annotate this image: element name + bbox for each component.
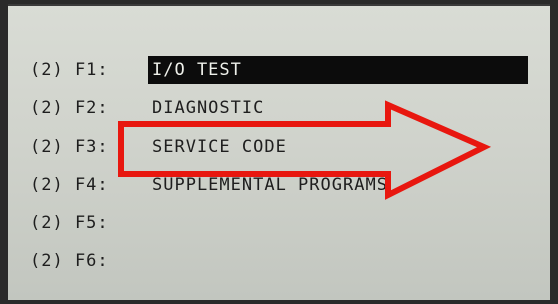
function-key-label: (2) F6: [30, 251, 109, 271]
menu-item-label: DIAGNOSTIC [152, 98, 265, 118]
menu-list: (2) F1: I/O TEST (2) F2: DIAGNOSTIC (2) … [8, 6, 550, 300]
function-key-label: (2) F4: [30, 175, 109, 195]
function-key-label: (2) F5: [30, 213, 109, 233]
menu-item-f5[interactable]: (2) F5: [8, 209, 550, 237]
lcd-screen: (2) F1: I/O TEST (2) F2: DIAGNOSTIC (2) … [8, 4, 550, 300]
menu-item-f6[interactable]: (2) F6: [8, 247, 550, 275]
menu-item-label: I/O TEST [152, 60, 242, 80]
menu-item-f4[interactable]: (2) F4: SUPPLEMENTAL PROGRAMS [8, 171, 550, 199]
menu-item-f2[interactable]: (2) F2: DIAGNOSTIC [8, 94, 550, 122]
menu-item-label: SERVICE CODE [152, 137, 287, 157]
function-key-label: (2) F1: [30, 60, 109, 80]
menu-item-f3[interactable]: (2) F3: SERVICE CODE [8, 133, 550, 161]
function-key-label: (2) F2: [30, 98, 109, 118]
function-key-label: (2) F3: [30, 137, 109, 157]
menu-item-f1[interactable]: (2) F1: I/O TEST [8, 56, 550, 84]
menu-item-label: SUPPLEMENTAL PROGRAMS [152, 175, 388, 195]
device-frame: (2) F1: I/O TEST (2) F2: DIAGNOSTIC (2) … [0, 0, 558, 304]
